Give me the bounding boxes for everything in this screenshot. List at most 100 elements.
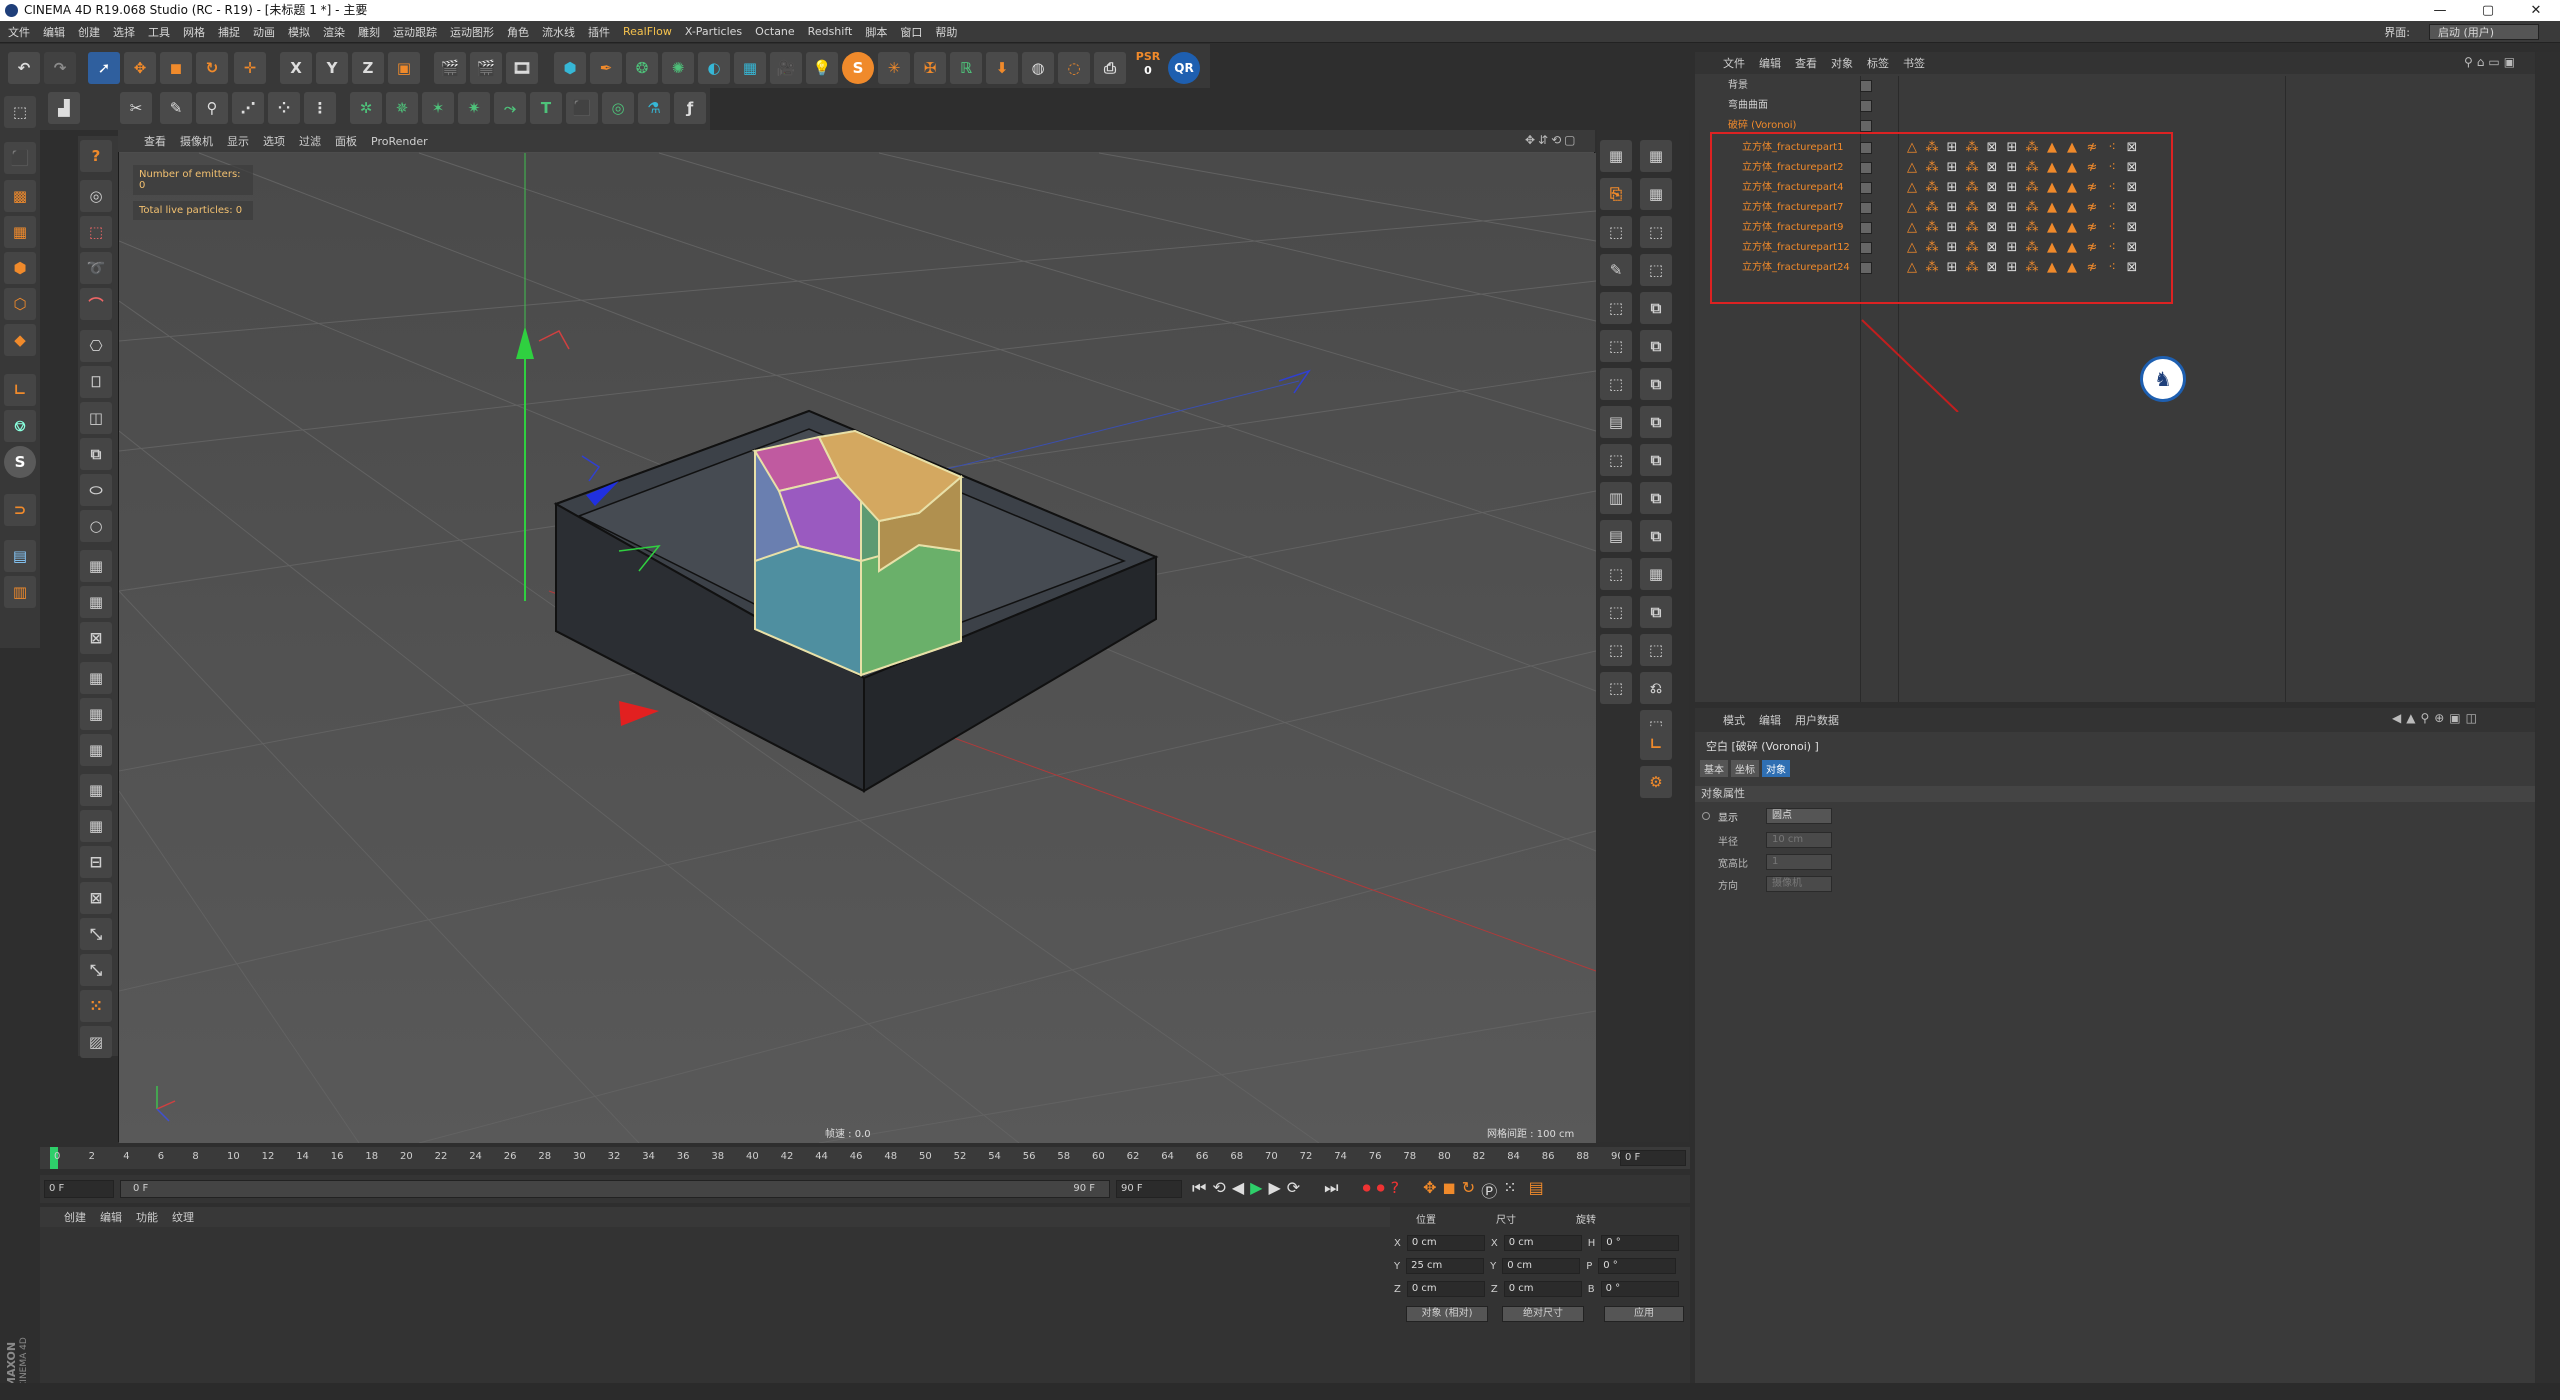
- palette-icon-7[interactable]: ✎: [1600, 254, 1632, 286]
- qr-button[interactable]: QR: [1168, 52, 1200, 84]
- cube-primitive-icon[interactable]: ⬢: [554, 52, 586, 84]
- grid-tool-5-icon[interactable]: ▦: [80, 698, 112, 730]
- om-menu-edit[interactable]: 编辑: [1759, 55, 1781, 71]
- grid-tool-11-icon[interactable]: ⤡: [80, 918, 112, 950]
- size-z-field[interactable]: 0 cm: [1503, 1281, 1582, 1297]
- palette-icon-27[interactable]: ⬚: [1600, 634, 1632, 666]
- undo-icon[interactable]: ↶: [8, 52, 40, 84]
- orientation-dropdown[interactable]: 摄像机: [1766, 876, 1832, 892]
- start-frame-field[interactable]: 0 F: [44, 1180, 114, 1198]
- grid-tool-12-icon[interactable]: ⤡: [80, 954, 112, 986]
- snap-magnet-icon[interactable]: ⊃: [4, 494, 36, 526]
- palette-icon-20[interactable]: ⧉: [1640, 482, 1672, 514]
- viewport-menu-display[interactable]: 显示: [227, 133, 249, 149]
- palette-icon-6[interactable]: ⬚: [1640, 216, 1672, 248]
- render-view-icon[interactable]: 🎬: [434, 52, 466, 84]
- om-menu-objects[interactable]: 对象: [1831, 55, 1853, 71]
- play-icon[interactable]: ▶: [1250, 1178, 1262, 1202]
- size-y-field[interactable]: 0 cm: [1502, 1258, 1581, 1274]
- polygons-mode-icon[interactable]: ◆: [4, 324, 36, 356]
- om-menu-view[interactable]: 查看: [1795, 55, 1817, 71]
- grid-tool-10-icon[interactable]: ⊠: [80, 882, 112, 914]
- poly-select-icon[interactable]: ⌒: [80, 288, 112, 320]
- prev-frame-icon[interactable]: ◀: [1232, 1178, 1244, 1202]
- tweak-mode-icon[interactable]: ⎊: [4, 410, 36, 442]
- auto-key-icon[interactable]: ⏺: [1377, 1178, 1385, 1202]
- apply-button[interactable]: 应用: [1604, 1306, 1684, 1322]
- select-tool-icon[interactable]: ➚: [88, 52, 120, 84]
- palette-icon-2[interactable]: ▦: [1640, 140, 1672, 172]
- grid-tool-13-icon[interactable]: ⁙: [80, 990, 112, 1022]
- selection-dotted-icon[interactable]: ◌: [1058, 52, 1090, 84]
- maximize-button[interactable]: ▢: [2464, 0, 2512, 21]
- grid-tool-2-icon[interactable]: ▦: [80, 586, 112, 618]
- palette-icon-19[interactable]: ▥: [1600, 482, 1632, 514]
- palette-icon-28[interactable]: ⬚: [1640, 634, 1672, 666]
- rotate-tool-icon[interactable]: ↻: [196, 52, 228, 84]
- tab-basic[interactable]: 基本: [1700, 760, 1728, 777]
- mm-menu-function[interactable]: 功能: [136, 1209, 158, 1225]
- rotation-b-field[interactable]: 0 °: [1600, 1281, 1679, 1297]
- subdivision-icon[interactable]: ❂: [626, 52, 658, 84]
- menu-animate[interactable]: 动画: [253, 24, 275, 40]
- palette-icon-9[interactable]: ⬚: [1600, 292, 1632, 324]
- rotation-h-field[interactable]: 0 °: [1601, 1235, 1680, 1251]
- palette-icon-29[interactable]: ⬚: [1600, 672, 1632, 704]
- rect-select-icon[interactable]: ⬚: [80, 216, 112, 248]
- palette-icon-24[interactable]: ▦: [1640, 558, 1672, 590]
- range-slider[interactable]: 0 F 90 F: [120, 1180, 1110, 1198]
- viewport-menu-prorender[interactable]: ProRender: [371, 135, 428, 148]
- menu-file[interactable]: 文件: [8, 24, 30, 40]
- palette-icon-23[interactable]: ⬚: [1600, 558, 1632, 590]
- palette-icon-26[interactable]: ⧉: [1640, 596, 1672, 628]
- radius-field[interactable]: 10 cm: [1766, 832, 1832, 848]
- radio-icon[interactable]: [1702, 812, 1710, 820]
- xparticles-emitter-icon[interactable]: ✳: [878, 52, 910, 84]
- visibility-toggle[interactable]: [1860, 100, 1872, 112]
- move-tool-icon[interactable]: ✥: [124, 52, 156, 84]
- help-cursor-icon[interactable]: ?: [80, 140, 112, 172]
- menu-render[interactable]: 渲染: [323, 24, 345, 40]
- floor-icon[interactable]: ▦: [734, 52, 766, 84]
- palette-icon-12[interactable]: ⧉: [1640, 330, 1672, 362]
- object-row[interactable]: 弯曲曲面: [1700, 96, 2500, 116]
- am-menu-mode[interactable]: 模式: [1723, 712, 1745, 728]
- am-menu-edit[interactable]: 编辑: [1759, 712, 1781, 728]
- menu-create[interactable]: 创建: [78, 24, 100, 40]
- key-param-icon[interactable]: Ⓟ: [1481, 1178, 1497, 1202]
- tab-coord[interactable]: 坐标: [1731, 760, 1759, 777]
- inner-extrude-icon[interactable]: ⎕: [80, 366, 112, 398]
- om-menu-file[interactable]: 文件: [1723, 55, 1745, 71]
- grid-tool-6-icon[interactable]: ▦: [80, 734, 112, 766]
- drop-icon[interactable]: ⬇: [986, 52, 1018, 84]
- om-search-home-icons[interactable]: ⚲⌂▭▣: [2464, 55, 2519, 69]
- coord-mode-dropdown[interactable]: 对象 (相对): [1406, 1306, 1488, 1322]
- record-icon[interactable]: ⏺: [1363, 1178, 1371, 1202]
- palette-icon-14[interactable]: ⧉: [1640, 368, 1672, 400]
- layout-dropdown[interactable]: 启动 (用户): [2429, 24, 2539, 40]
- iron-icon[interactable]: ○: [80, 510, 112, 542]
- grid-tool-1-icon[interactable]: ▦: [80, 550, 112, 582]
- menu-character[interactable]: 角色: [507, 24, 529, 40]
- bridge-tool-icon[interactable]: ⧉: [80, 438, 112, 470]
- menu-window[interactable]: 窗口: [900, 24, 922, 40]
- viewport-menu-camera[interactable]: 摄像机: [180, 133, 213, 149]
- size-mode-dropdown[interactable]: 绝对尺寸: [1502, 1306, 1584, 1322]
- grid-tool-14-icon[interactable]: ▨: [80, 1026, 112, 1058]
- palette-icon-11[interactable]: ⬚: [1600, 330, 1632, 362]
- next-key-icon[interactable]: ⟳: [1287, 1178, 1300, 1202]
- palette-icon-10[interactable]: ⧉: [1640, 292, 1672, 324]
- viewport-nav-icons[interactable]: ✥⇵⟲▢: [1525, 133, 1579, 147]
- menu-script[interactable]: 脚本: [865, 24, 887, 40]
- bevel-icon[interactable]: ◫: [80, 402, 112, 434]
- key-rotation-icon[interactable]: ↻: [1462, 1178, 1475, 1202]
- array-icon[interactable]: ✺: [662, 52, 694, 84]
- psr-indicator[interactable]: PSR 0: [1130, 50, 1166, 84]
- goto-start-icon[interactable]: ⏮: [1192, 1178, 1206, 1202]
- menu-octane[interactable]: Octane: [755, 25, 795, 38]
- menu-plugins[interactable]: 插件: [588, 24, 610, 40]
- keyframe-help-icon[interactable]: ?: [1391, 1178, 1400, 1202]
- pen-spline-icon[interactable]: ✒: [590, 52, 622, 84]
- xp-generator-icon[interactable]: ✶: [422, 92, 454, 124]
- viewport-menu-filter[interactable]: 过滤: [299, 133, 321, 149]
